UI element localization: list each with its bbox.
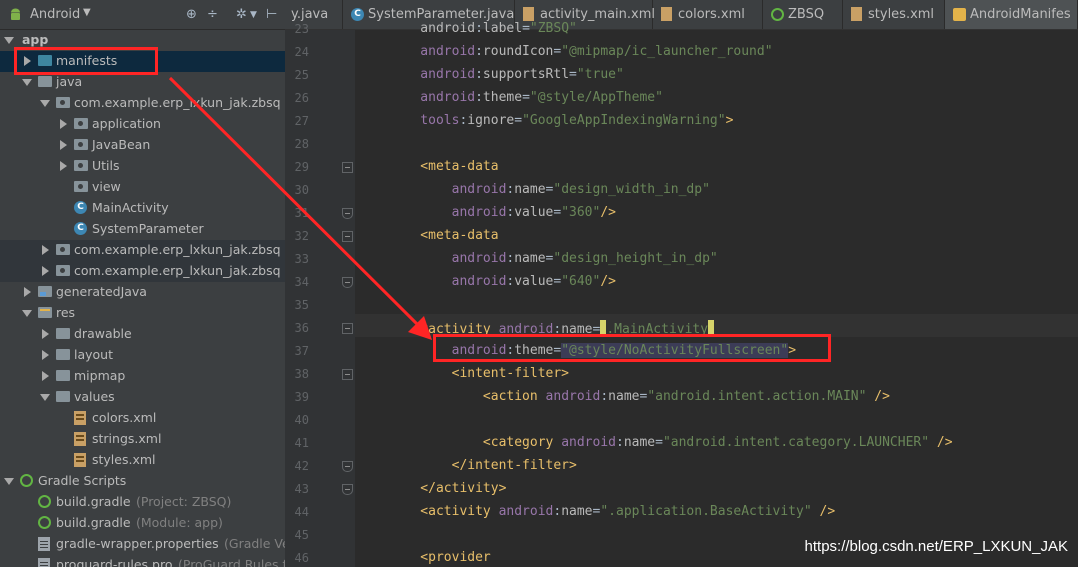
annotation-arrow <box>168 76 432 340</box>
watermark: https://blog.csdn.net/ERP_LXKUN_JAK <box>804 538 1068 555</box>
